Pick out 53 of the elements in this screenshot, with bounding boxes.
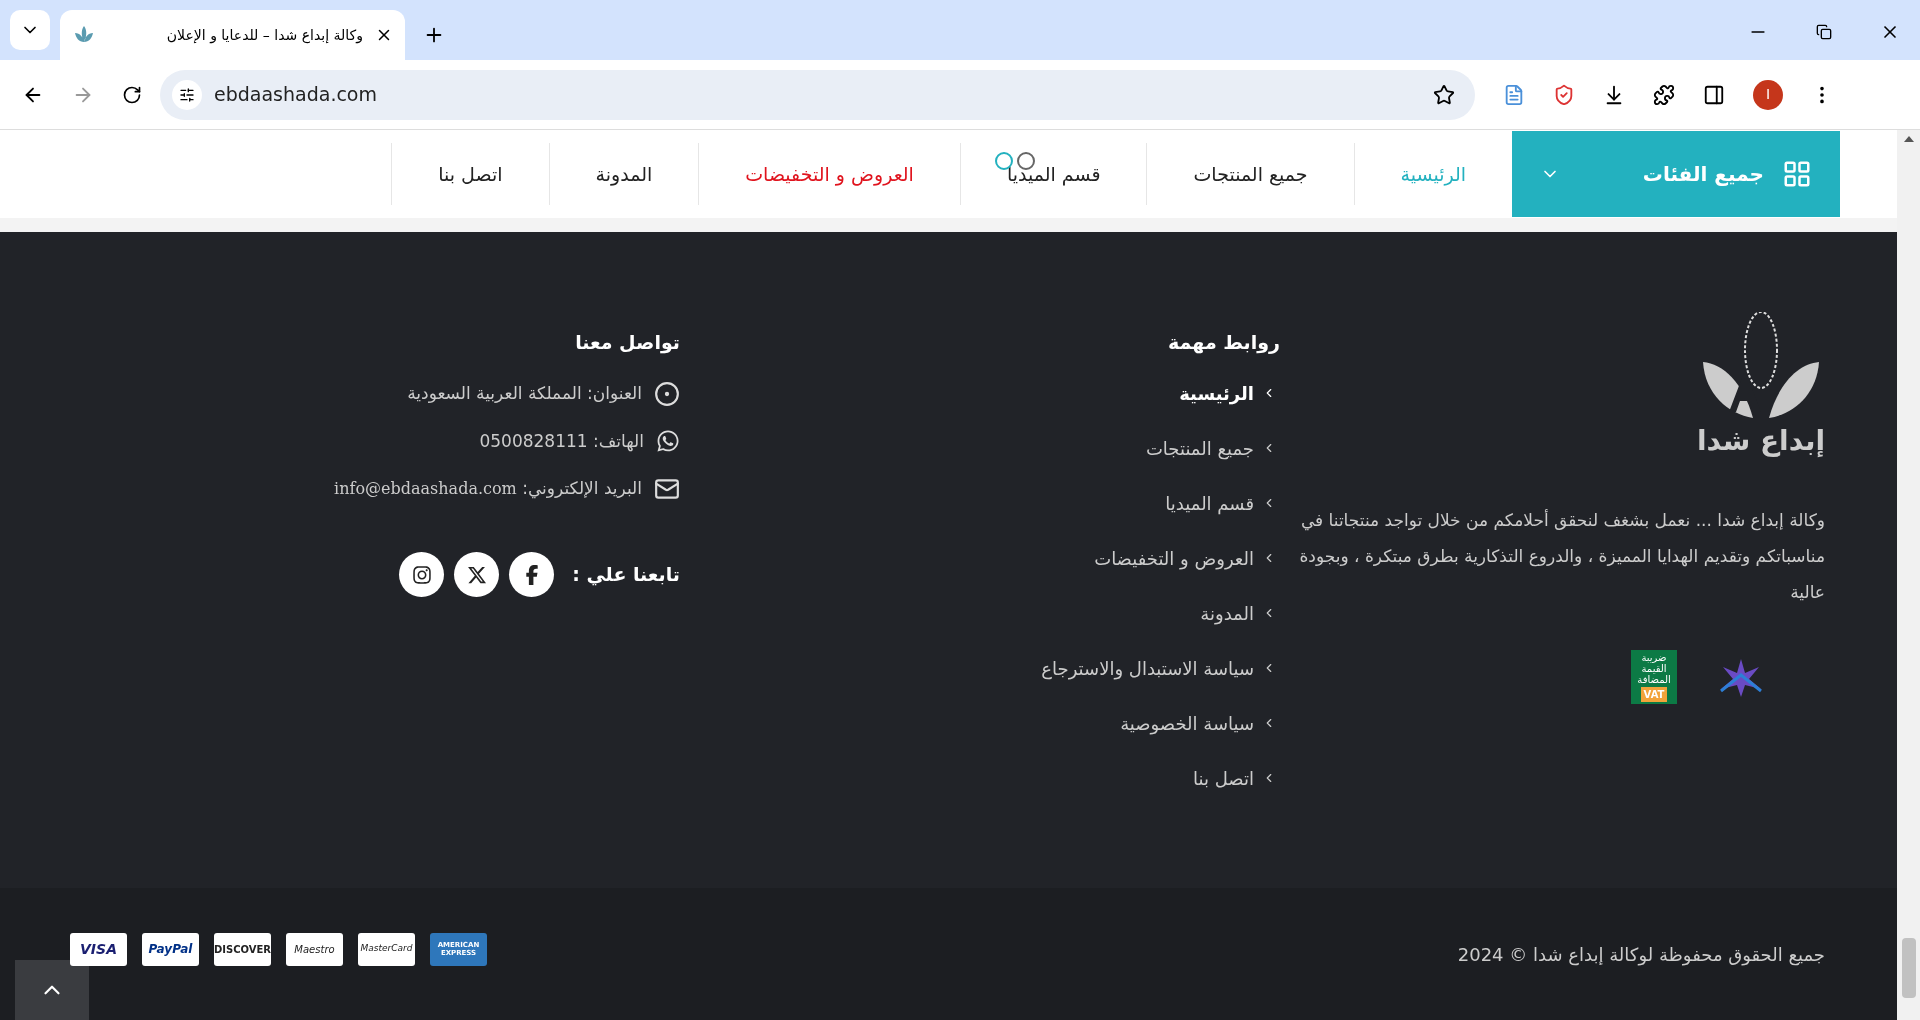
footer-link[interactable]: الرئيسية <box>680 378 1276 408</box>
reload-icon[interactable] <box>122 84 142 105</box>
nav-link[interactable]: جميع المنتجات <box>1147 159 1354 189</box>
logo-text: إبداع شدا <box>1696 423 1825 459</box>
social-button[interactable] <box>509 552 555 597</box>
nav-link[interactable]: المدونة <box>549 159 699 189</box>
nav-link[interactable]: قسم الميديا <box>960 159 1147 189</box>
nav-link[interactable]: اتصل بنا <box>392 159 549 189</box>
contact-text: الهاتف: 0500828111 <box>479 429 644 454</box>
footer-link[interactable]: قسم الميديا <box>680 488 1276 518</box>
location-icon <box>654 380 680 407</box>
restore-icon[interactable] <box>1816 24 1832 40</box>
side-panel-icon[interactable] <box>1703 83 1725 106</box>
address-bar[interactable]: ebdaashada.com <box>160 69 1475 120</box>
column-heading: تواصل معنا <box>574 330 680 356</box>
column-heading: روابط مهمة <box>1167 330 1280 356</box>
contact-text: العنوان: المملكة العربية السعودية <box>407 381 642 405</box>
vat-caption: المضافة <box>1637 674 1671 685</box>
footer-link[interactable]: سياسة الخصوصية <box>680 708 1276 738</box>
vat-tag: VAT <box>1640 687 1668 702</box>
shield-icon[interactable] <box>1553 83 1575 106</box>
vat-caption: القيمة <box>1641 663 1667 674</box>
vat-caption: ضريبة <box>1641 652 1667 663</box>
footer-link[interactable]: اتصل بنا <box>680 763 1276 793</box>
profile-avatar[interactable]: I <box>1753 79 1783 110</box>
url-text: ebdaashada.com <box>214 82 378 108</box>
back-to-top-button[interactable] <box>15 960 89 1020</box>
about-paragraph: وكالة إبداع شدا ... نعمل بشغف لنحقق أحلامكم من خلال تواجد منتجاتنا في مناسباتكم وتقديم الهدايا المميزة ، والدروع التذكارية بطرق مبتكرة ، وبجودة عالية <box>1298 508 1825 604</box>
whatsapp-icon <box>656 429 680 454</box>
instagram-icon <box>411 564 432 585</box>
payment-card-logo: PayPal <box>142 932 199 966</box>
grid-icon <box>1782 159 1812 189</box>
browser-tab[interactable]: وكالة إبداع شدا – للدعايا و الإعلان <box>60 10 405 60</box>
site-settings-icon[interactable] <box>179 86 195 103</box>
payment-card-logo: VISA <box>70 932 127 966</box>
footer-link[interactable]: العروض و التخفيضات <box>680 543 1276 573</box>
x-logo-icon <box>466 564 487 585</box>
bookmark-star-icon[interactable] <box>1433 83 1455 106</box>
social-button[interactable] <box>454 552 500 597</box>
mail-icon <box>654 476 680 502</box>
footer-link[interactable]: جميع المنتجات <box>680 433 1276 463</box>
follow-label: تابعنا علي : <box>572 562 680 588</box>
footer-link[interactable]: المدونة <box>680 598 1276 628</box>
payment-card-logo: MasterCard <box>358 932 415 966</box>
nav-link[interactable]: العروض و التخفيضات <box>699 159 960 189</box>
tab-title: وكالة إبداع شدا – للدعايا و الإعلان <box>165 25 363 46</box>
copyright-text: جميع الحقوق محفوظة لوكالة إبداع شدا © 2024 <box>1457 942 1825 968</box>
social-button[interactable] <box>399 552 445 597</box>
document-icon[interactable] <box>1503 83 1525 106</box>
payment-card-logo: DISCOVER <box>214 932 271 966</box>
footer-link[interactable]: سياسة الاستبدال والاسترجاع <box>680 653 1276 683</box>
extensions-icon[interactable] <box>1653 83 1675 106</box>
payment-card-logo: Maestro <box>286 932 343 966</box>
